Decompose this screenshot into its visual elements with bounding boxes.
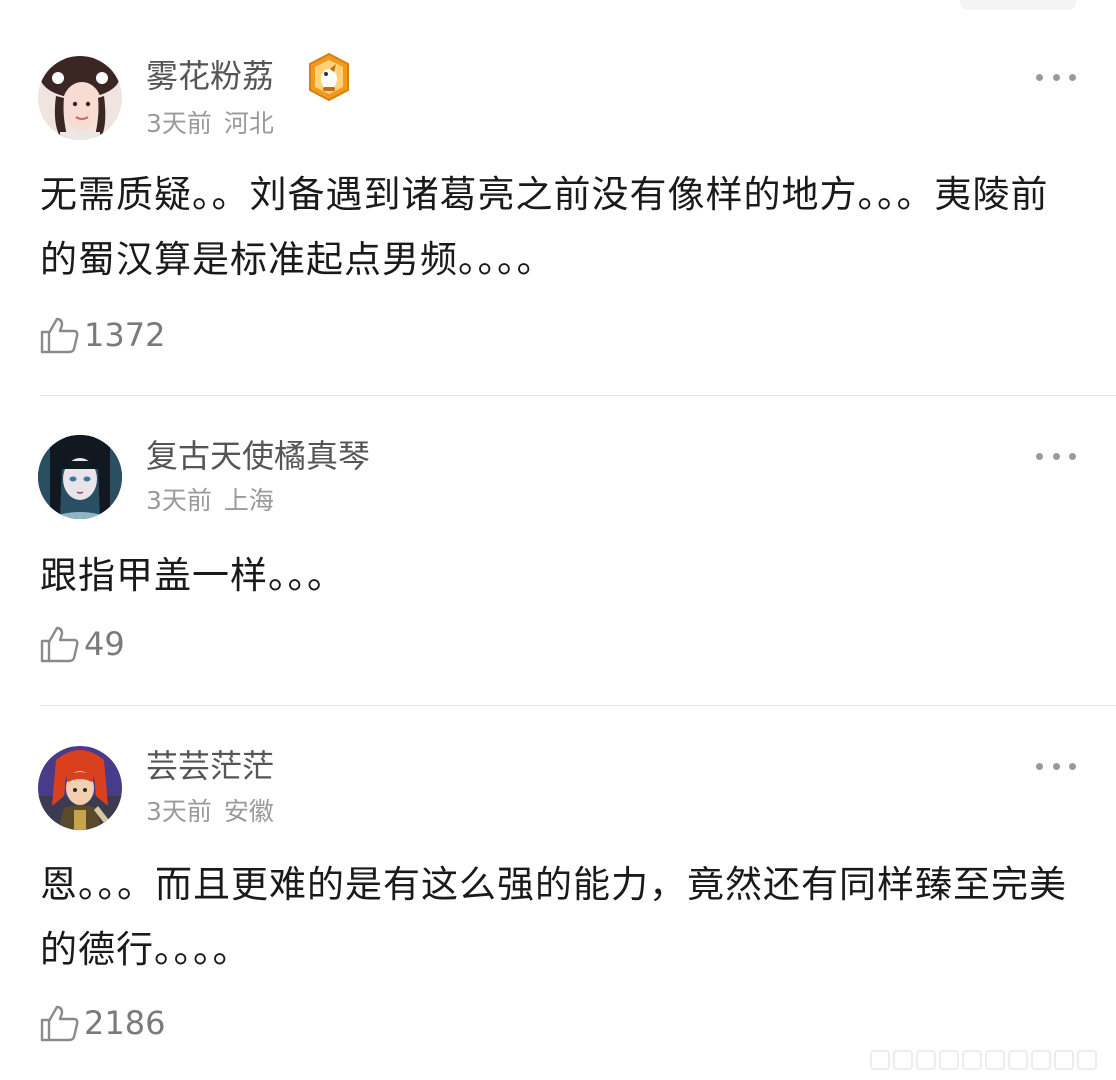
comment-text: 恩。。。而且更难的是有这么强的能力，竟然还有同样臻至完美的德行。。。。	[40, 863, 1067, 971]
comment-meta: 3天前 安徽	[146, 799, 274, 824]
watermark	[870, 1050, 1110, 1070]
avatar[interactable]	[38, 746, 122, 830]
username[interactable]: 芸芸茫茫	[146, 750, 274, 782]
thumbs-up-icon	[40, 1005, 79, 1042]
comment-time: 3天前	[146, 797, 212, 826]
like-count: 2186	[84, 1004, 166, 1042]
comment-location: 安徽	[223, 797, 274, 826]
more-dots-icon[interactable]	[1036, 756, 1076, 776]
like-button[interactable]: 2186	[40, 1004, 165, 1042]
comment-item: 芸芸茫茫 3天前 安徽 恩。。。而且更难的是有这么强的能力，竟然还有同样臻至完美的…	[0, 0, 1116, 1080]
